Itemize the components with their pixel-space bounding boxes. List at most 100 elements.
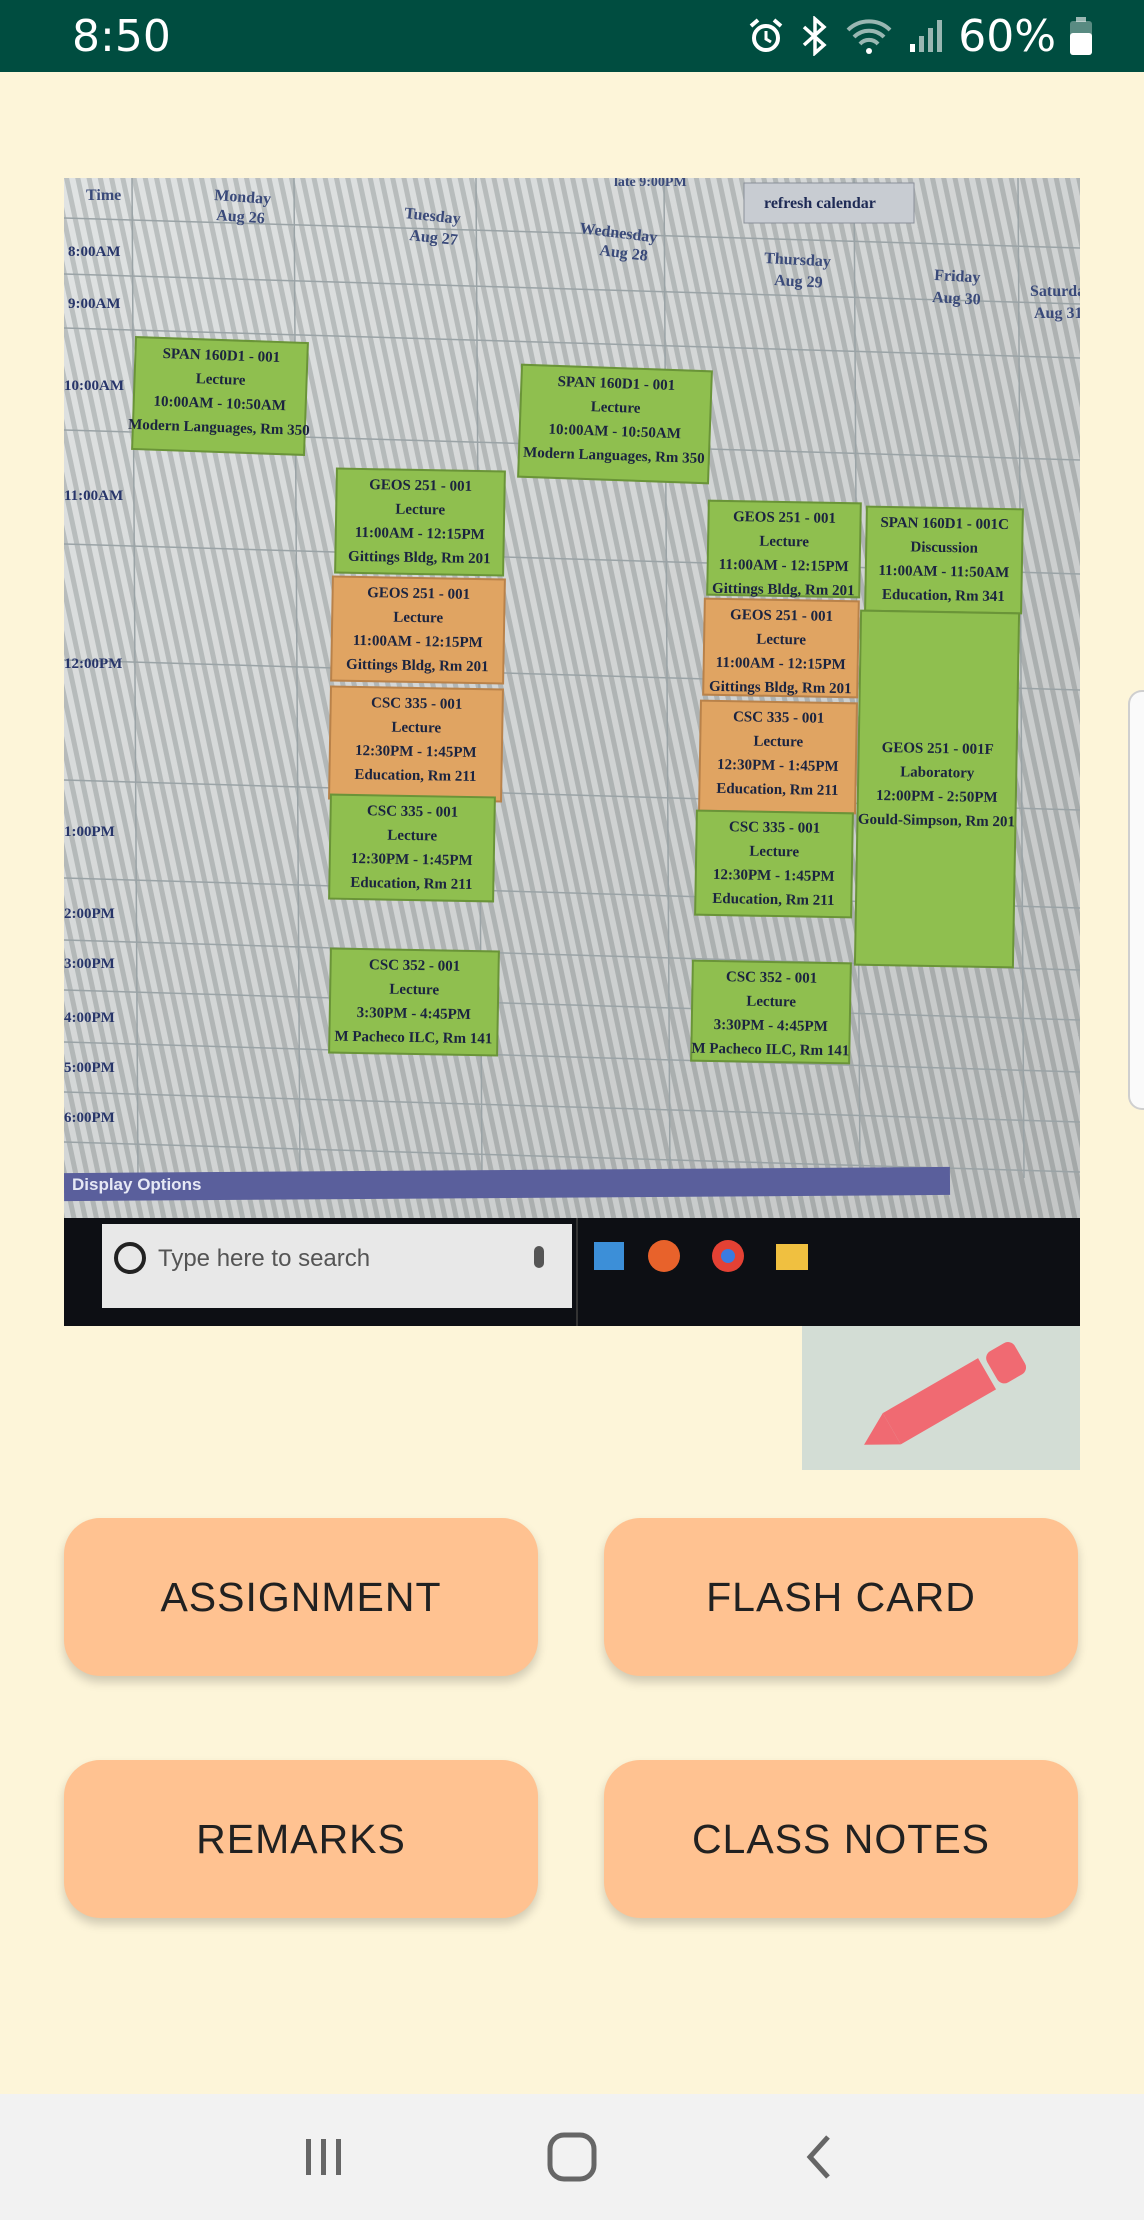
event-text-line: Lecture bbox=[387, 828, 437, 845]
event-text-line: Lecture bbox=[391, 720, 441, 737]
event-text-line: Lecture bbox=[389, 982, 439, 999]
event-text-line: Lecture bbox=[393, 610, 443, 627]
assignment-button[interactable]: ASSIGNMENT bbox=[64, 1518, 538, 1676]
time-9am: 9:00AM bbox=[68, 296, 121, 312]
bluetooth-icon bbox=[803, 16, 827, 56]
flash-card-button[interactable]: FLASH CARD bbox=[604, 1518, 1078, 1676]
event-text-line: M Pacheco ILC, Rm 141 bbox=[691, 1041, 849, 1060]
event-text-line: M Pacheco ILC, Rm 141 bbox=[334, 1029, 492, 1048]
event-text-line: Education, Rm 341 bbox=[882, 587, 1005, 605]
photo-header-top: late 9:00PM bbox=[614, 178, 687, 190]
event-text-line: CSC 335 - 001 bbox=[367, 803, 459, 821]
time-12pm: 12:00PM bbox=[64, 656, 122, 672]
event-text-line: GEOS 251 - 001 bbox=[730, 607, 833, 625]
event-text-line: Education, Rm 211 bbox=[712, 891, 834, 909]
event-text-line: Education, Rm 211 bbox=[354, 767, 476, 785]
schedule-event-block: CSC 352 - 001 Lecture 3:30PM - 4:45PM M Pac… bbox=[328, 947, 500, 1057]
event-text-line: Gittings Bldg, Rm 201 bbox=[348, 549, 491, 567]
time-10am: 10:00AM bbox=[64, 378, 124, 394]
event-text-line: CSC 335 - 001 bbox=[371, 695, 463, 713]
recents-icon bbox=[306, 2139, 341, 2175]
time-8am: 8:00AM bbox=[68, 244, 121, 260]
event-text-line: Lecture bbox=[746, 994, 796, 1011]
class-notes-button[interactable]: CLASS NOTES bbox=[604, 1760, 1078, 1918]
schedule-event-block: CSC 335 - 001 Lecture 12:30PM - 1:45PM Educ… bbox=[328, 793, 496, 903]
status-icons: 60% bbox=[746, 11, 1094, 62]
signal-icon bbox=[910, 20, 943, 52]
day-sat-name: Saturday bbox=[1030, 283, 1080, 300]
event-text-line: Laboratory bbox=[900, 764, 975, 781]
event-text-line: 12:30PM - 1:45PM bbox=[713, 867, 835, 885]
navigation-bar bbox=[0, 2094, 1144, 2220]
status-time: 8:50 bbox=[72, 10, 171, 62]
event-text-line: 3:30PM - 4:45PM bbox=[357, 1005, 471, 1023]
day-thu-date: Aug 29 bbox=[774, 272, 823, 292]
schedule-event-block: CSC 335 - 001 Lecture 12:30PM - 1:45PM Educ… bbox=[694, 809, 854, 919]
schedule-event-block: SPAN 160D1 - 001Lecture10:00AM - 10:50AM… bbox=[517, 363, 713, 485]
battery-percent: 60% bbox=[958, 10, 1056, 62]
remarks-button[interactable]: REMARKS bbox=[64, 1760, 538, 1918]
schedule-photo: late 9:00PM refresh calendar Time Monday… bbox=[64, 178, 1080, 1326]
event-text-line: Lecture bbox=[590, 399, 641, 417]
photo-refresh-label: refresh calendar bbox=[764, 195, 876, 212]
event-text-line: 11:00AM - 12:15PM bbox=[719, 557, 849, 575]
event-text-line: Gittings Bldg, Rm 201 bbox=[712, 581, 855, 599]
back-icon bbox=[806, 2135, 830, 2179]
event-text-line: Lecture bbox=[749, 844, 799, 861]
schedule-event-block: CSC 352 - 001 Lecture 3:30PM - 4:45PM M Pac… bbox=[690, 959, 852, 1065]
time-2pm: 2:00PM bbox=[64, 906, 115, 922]
battery-icon bbox=[1070, 17, 1092, 55]
day-mon-date: Aug 26 bbox=[216, 207, 266, 227]
event-text-line: 12:30PM - 1:45PM bbox=[355, 743, 477, 761]
event-text-line: GEOS 251 - 001F bbox=[882, 740, 994, 758]
photo-taskbar-search: Type here to search bbox=[158, 1245, 370, 1272]
time-11am: 11:00AM bbox=[64, 488, 123, 504]
time-3pm: 3:00PM bbox=[64, 956, 115, 972]
event-text-line: Gittings Bldg, Rm 201 bbox=[709, 679, 852, 697]
schedule-event-block: CSC 335 - 001 Lecture 12:30PM - 1:45PM Educ… bbox=[698, 699, 858, 815]
schedule-event-block: GEOS 251 - 001 Lecture 11:00AM - 12:15PM Gi… bbox=[334, 467, 506, 577]
event-text-line: Education, Rm 211 bbox=[716, 781, 838, 799]
event-text-line: Education, Rm 211 bbox=[350, 875, 472, 893]
event-text-line: Lecture bbox=[395, 502, 445, 519]
schedule-event-block: GEOS 251 - 001 Lecture 11:00AM - 12:15PM Gi… bbox=[330, 575, 506, 685]
schedule-photo-canvas: late 9:00PM refresh calendar Time Monday… bbox=[64, 178, 1080, 1326]
home-button[interactable] bbox=[527, 2112, 617, 2202]
alarm-icon bbox=[749, 18, 783, 52]
schedule-event-block: GEOS 251 - 001 Lecture 11:00AM - 12:15PM Gi… bbox=[702, 597, 860, 699]
home-icon bbox=[547, 2132, 597, 2182]
schedule-event-block: SPAN 160D1 - 001Lecture10:00AM - 10:50AM… bbox=[128, 335, 310, 457]
schedule-event-block: GEOS 251 - 001 Lecture 11:00AM - 12:15PM Gi… bbox=[706, 499, 862, 599]
event-text-line: SPAN 160D1 - 001C bbox=[880, 515, 1009, 533]
event-text-line: GEOS 251 - 001 bbox=[733, 509, 836, 527]
schedule-event-block: GEOS 251 - 001F Laboratory 12:00PM - 2:50P… bbox=[853, 609, 1021, 969]
event-text-line: Discussion bbox=[910, 539, 978, 556]
recents-button[interactable] bbox=[279, 2112, 369, 2202]
time-1pm: 1:00PM bbox=[64, 824, 115, 840]
day-sat-date: Aug 31 bbox=[1034, 305, 1080, 322]
time-6pm: 6:00PM bbox=[64, 1110, 115, 1126]
schedule-event-block: CSC 335 - 001 Lecture 12:30PM - 1:45PM Educ… bbox=[328, 685, 504, 803]
event-text-line: 11:00AM - 11:50AM bbox=[878, 563, 1009, 581]
photo-display-options: Display Options bbox=[72, 1175, 201, 1194]
day-thu-name: Thursday bbox=[764, 250, 832, 270]
event-text-line: GEOS 251 - 001 bbox=[367, 585, 470, 603]
photo-time-col: Time bbox=[86, 187, 121, 204]
event-text-line: Gittings Bldg, Rm 201 bbox=[346, 657, 489, 675]
event-text-line: CSC 335 - 001 bbox=[729, 819, 821, 837]
event-text-line: 11:00AM - 12:15PM bbox=[355, 525, 485, 543]
edge-panel-handle[interactable] bbox=[1128, 690, 1144, 1110]
status-bar: 8:50 60% bbox=[0, 0, 1144, 72]
schedule-event-block: SPAN 160D1 - 001C Discussion 11:00AM - 11:… bbox=[864, 505, 1024, 615]
event-text-line: CSC 352 - 001 bbox=[369, 957, 461, 975]
event-text-line: 11:00AM - 12:15PM bbox=[716, 655, 846, 673]
event-text-line: 12:30PM - 1:45PM bbox=[717, 757, 839, 775]
event-text-line: 3:30PM - 4:45PM bbox=[714, 1017, 828, 1035]
edit-button[interactable] bbox=[802, 1326, 1080, 1470]
day-fri-name: Friday bbox=[934, 267, 981, 286]
time-4pm: 4:00PM bbox=[64, 1010, 115, 1026]
event-text-line: Lecture bbox=[756, 632, 806, 649]
event-text-line: 12:30PM - 1:45PM bbox=[351, 851, 473, 869]
event-text-line: Lecture bbox=[759, 534, 809, 551]
back-button[interactable] bbox=[775, 2112, 865, 2202]
